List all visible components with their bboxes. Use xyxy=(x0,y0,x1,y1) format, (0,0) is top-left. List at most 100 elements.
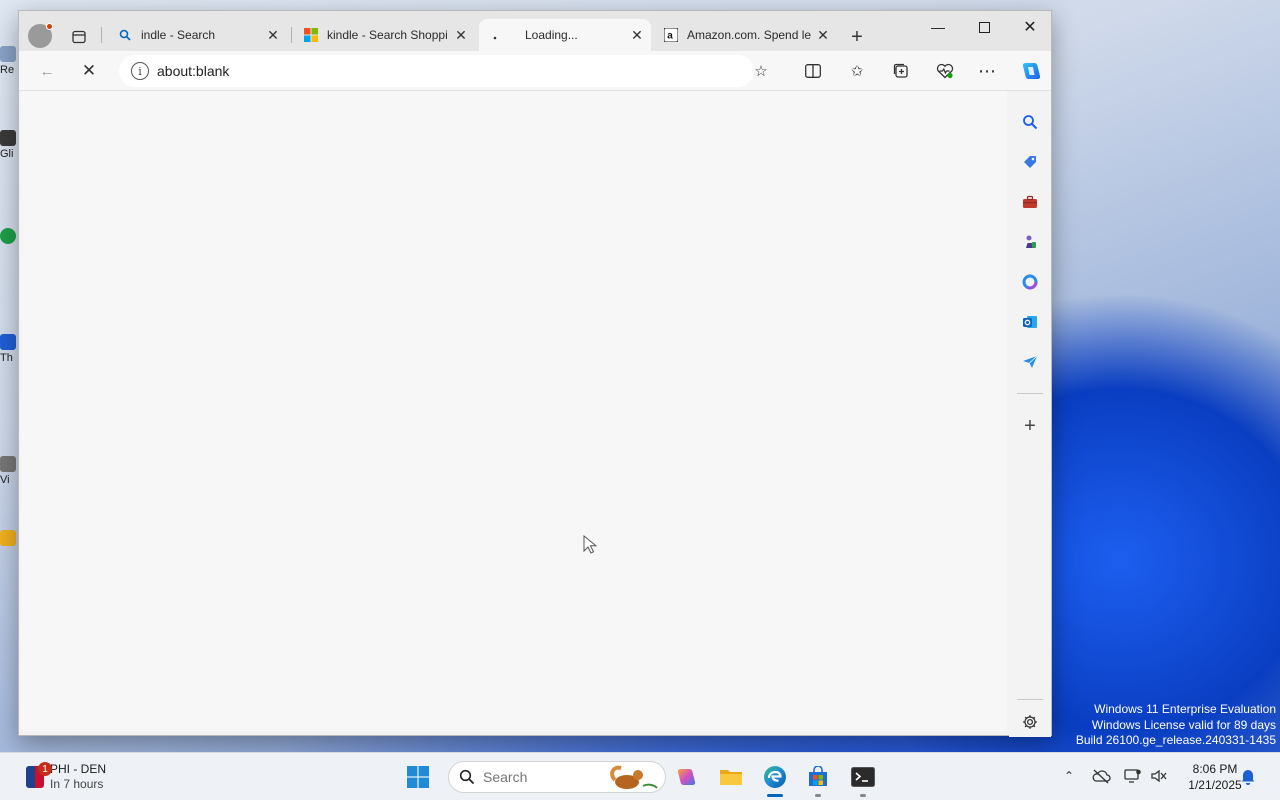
taskbar-store-button[interactable] xyxy=(800,759,836,797)
tab-close-button[interactable]: ✕ xyxy=(263,25,283,45)
tab-separator xyxy=(291,27,292,43)
sidebar-search-button[interactable] xyxy=(1015,107,1045,137)
browser-essentials-button[interactable] xyxy=(929,55,961,87)
sports-matchup-label: PHI - DEN xyxy=(50,762,107,776)
onedrive-button[interactable] xyxy=(1088,763,1114,789)
windows-watermark: Windows 11 Enterprise Evaluation Windows… xyxy=(1076,702,1276,749)
heart-pulse-icon xyxy=(936,63,954,79)
tab-actions-button[interactable] xyxy=(65,23,93,51)
search-highlight-squirrel-icon xyxy=(610,765,658,789)
browser-toolbar: ← ✕ i ☆ ✩ ⋯ xyxy=(19,51,1051,91)
close-window-button[interactable]: ✕ xyxy=(1007,11,1053,43)
back-arrow-icon: ← xyxy=(39,62,55,80)
edge-sidebar: + xyxy=(1009,91,1051,737)
sidebar-tools-button[interactable] xyxy=(1015,187,1045,217)
widgets-sports-button[interactable]: 1 PHI - DEN In 7 hours xyxy=(18,755,116,799)
close-icon: ✕ xyxy=(455,26,467,43)
close-icon: ✕ xyxy=(817,26,829,43)
favorites-button[interactable]: ✩ xyxy=(841,55,873,87)
plus-icon: + xyxy=(1024,414,1036,437)
paper-plane-icon xyxy=(1023,355,1038,368)
maximize-button[interactable] xyxy=(961,11,1007,43)
start-button[interactable] xyxy=(400,759,436,795)
collections-button[interactable] xyxy=(885,55,917,87)
search-icon xyxy=(459,769,475,785)
tab-close-button[interactable]: ✕ xyxy=(813,25,833,45)
active-indicator xyxy=(767,794,783,797)
desktop-icon-label: Gli xyxy=(0,148,14,160)
sidebar-outlook-button[interactable] xyxy=(1015,307,1045,337)
tab-amazon[interactable]: a Amazon.com. Spend le ✕ xyxy=(655,19,837,51)
taskbar-copilot-button[interactable] xyxy=(668,759,704,795)
copilot-button[interactable] xyxy=(1015,55,1047,87)
taskbar: 1 PHI - DEN In 7 hours Search ⌃ 8:06 PM … xyxy=(0,752,1280,800)
bell-icon xyxy=(1241,770,1255,785)
minimize-button[interactable]: — xyxy=(915,11,961,43)
terminal-icon xyxy=(851,767,875,787)
sidebar-divider xyxy=(1017,393,1043,394)
search-icon xyxy=(1023,115,1038,130)
tab-kindle-search-shopping[interactable]: kindle - Search Shoppi ✕ xyxy=(295,19,475,51)
sidebar-add-button[interactable]: + xyxy=(1015,411,1045,441)
favorites-star-icon: ✩ xyxy=(850,63,864,80)
site-info-icon[interactable]: i xyxy=(131,62,149,80)
taskbar-terminal-button[interactable] xyxy=(845,759,881,797)
taskbar-edge-button[interactable] xyxy=(757,759,793,797)
collections-icon xyxy=(893,63,908,78)
split-screen-button[interactable] xyxy=(797,55,829,87)
copilot-icon xyxy=(677,769,696,785)
outlook-icon xyxy=(1023,316,1037,328)
notification-dot-icon xyxy=(46,23,53,30)
tab-close-button[interactable]: ✕ xyxy=(451,25,471,45)
sidebar-send-button[interactable] xyxy=(1015,347,1045,377)
back-button[interactable]: ← xyxy=(31,55,63,87)
profile-button[interactable] xyxy=(25,21,55,51)
tab-loading[interactable]: Loading... ✕ xyxy=(479,19,651,51)
notifications-button[interactable] xyxy=(1240,767,1256,788)
taskbar-search-box[interactable] xyxy=(448,761,666,793)
loading-icon xyxy=(487,27,503,43)
sidebar-games-button[interactable] xyxy=(1015,227,1045,257)
close-icon: ✕ xyxy=(1023,19,1037,36)
edge-browser-window: indle - Search ✕ kindle - Search Shoppi … xyxy=(18,10,1052,737)
chevron-up-icon: ⌃ xyxy=(1063,769,1075,783)
avatar xyxy=(28,23,53,48)
settings-and-more-button[interactable]: ⋯ xyxy=(971,55,1003,87)
maximize-icon xyxy=(978,21,990,33)
folder-icon xyxy=(720,770,742,785)
app-icon xyxy=(0,130,16,146)
sidebar-settings-button[interactable] xyxy=(1015,707,1045,737)
stop-loading-button[interactable]: ✕ xyxy=(73,55,105,87)
minimize-icon: — xyxy=(931,19,945,35)
tab-indle-search[interactable]: indle - Search ✕ xyxy=(109,19,287,51)
tab-title: kindle - Search Shoppi xyxy=(327,28,448,42)
show-hidden-icons-button[interactable]: ⌃ xyxy=(1056,763,1082,789)
close-icon: ✕ xyxy=(631,26,643,43)
taskbar-search-input[interactable] xyxy=(483,769,593,785)
app-icon xyxy=(0,456,16,472)
sidebar-shopping-button[interactable] xyxy=(1015,147,1045,177)
app-icon xyxy=(0,334,16,350)
microsoft365-icon xyxy=(1022,274,1038,290)
network-icon xyxy=(1124,769,1141,783)
plus-icon: + xyxy=(851,25,863,48)
tab-strip: indle - Search ✕ kindle - Search Shoppi … xyxy=(19,11,1051,51)
address-bar[interactable]: i xyxy=(119,55,754,87)
sidebar-microsoft365-button[interactable] xyxy=(1015,267,1045,297)
new-tab-button[interactable]: + xyxy=(843,23,871,51)
url-input[interactable] xyxy=(157,63,557,79)
volume-muted-icon xyxy=(1151,769,1167,783)
tab-title: indle - Search xyxy=(141,28,216,42)
volume-button[interactable] xyxy=(1146,763,1172,789)
tab-close-button[interactable]: ✕ xyxy=(627,25,647,45)
desktop-icon-label: Re xyxy=(0,64,15,76)
notification-badge: 1 xyxy=(38,762,52,776)
page-content-area[interactable] xyxy=(21,91,1007,731)
folder-icon xyxy=(0,530,16,546)
gear-icon xyxy=(1023,715,1037,729)
toolbox-icon xyxy=(1023,195,1037,208)
favorite-button[interactable]: ☆ xyxy=(745,55,777,87)
taskbar-file-explorer-button[interactable] xyxy=(713,759,749,795)
split-screen-icon xyxy=(805,64,821,78)
network-button[interactable] xyxy=(1120,763,1146,789)
